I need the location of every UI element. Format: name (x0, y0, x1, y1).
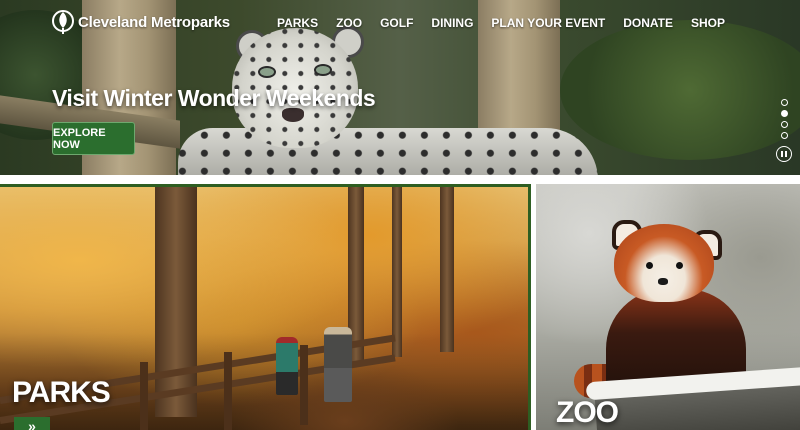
foliage-background (560, 20, 800, 160)
fence-post (224, 352, 232, 430)
carousel-dot-active[interactable] (780, 110, 788, 117)
nav-item-dining[interactable]: DINING (422, 16, 482, 30)
hero-title: Visit Winter Wonder Weekends (52, 85, 376, 111)
brand-name: Cleveland Metroparks (78, 13, 230, 31)
zoo-card[interactable]: ZOO (536, 184, 800, 430)
red-panda-head (614, 224, 714, 302)
nav-item-plan-your-event[interactable]: PLAN YOUR EVENT (482, 16, 614, 30)
hiker-figure (276, 337, 298, 395)
site-logo[interactable]: Cleveland Metroparks (52, 8, 230, 36)
snow-leopard-eye (314, 64, 332, 76)
pause-icon (781, 151, 783, 157)
zoo-label: ZOO (556, 396, 619, 429)
explore-now-button[interactable]: EXPLORE NOW (52, 122, 135, 155)
nav-item-shop[interactable]: SHOP (682, 16, 734, 30)
nav-item-golf[interactable]: GOLF (371, 16, 422, 30)
leaf-logo-icon (52, 10, 74, 34)
parks-card[interactable]: PARKS » (0, 184, 531, 430)
fence-post (140, 362, 148, 430)
hero-carousel: Cleveland Metroparks PARKS ZOO GOLF DINI… (0, 0, 800, 175)
red-panda-nose (658, 278, 668, 285)
nav-item-zoo[interactable]: ZOO (327, 16, 371, 30)
fence-post (300, 345, 308, 425)
carousel-dot[interactable] (780, 121, 788, 128)
nav-item-donate[interactable]: DONATE (614, 16, 682, 30)
main-nav: PARKS ZOO GOLF DINING PLAN YOUR EVENT DO… (268, 16, 734, 30)
parks-arrow-button[interactable]: » (14, 417, 50, 430)
carousel-controls (776, 99, 792, 162)
carousel-dot[interactable] (780, 99, 788, 106)
red-panda-eye (676, 262, 683, 269)
pause-button[interactable] (776, 146, 792, 162)
tree-trunk (155, 187, 197, 417)
snow-leopard-eye (258, 66, 276, 78)
tree-trunk (440, 187, 454, 352)
red-panda-eye (646, 262, 653, 269)
nav-item-parks[interactable]: PARKS (268, 16, 327, 30)
tree-trunk (392, 187, 402, 357)
snow-leopard-body (178, 128, 598, 175)
parks-label: PARKS (12, 376, 111, 409)
carousel-dot[interactable] (780, 132, 788, 139)
hiker-figure (324, 327, 352, 402)
